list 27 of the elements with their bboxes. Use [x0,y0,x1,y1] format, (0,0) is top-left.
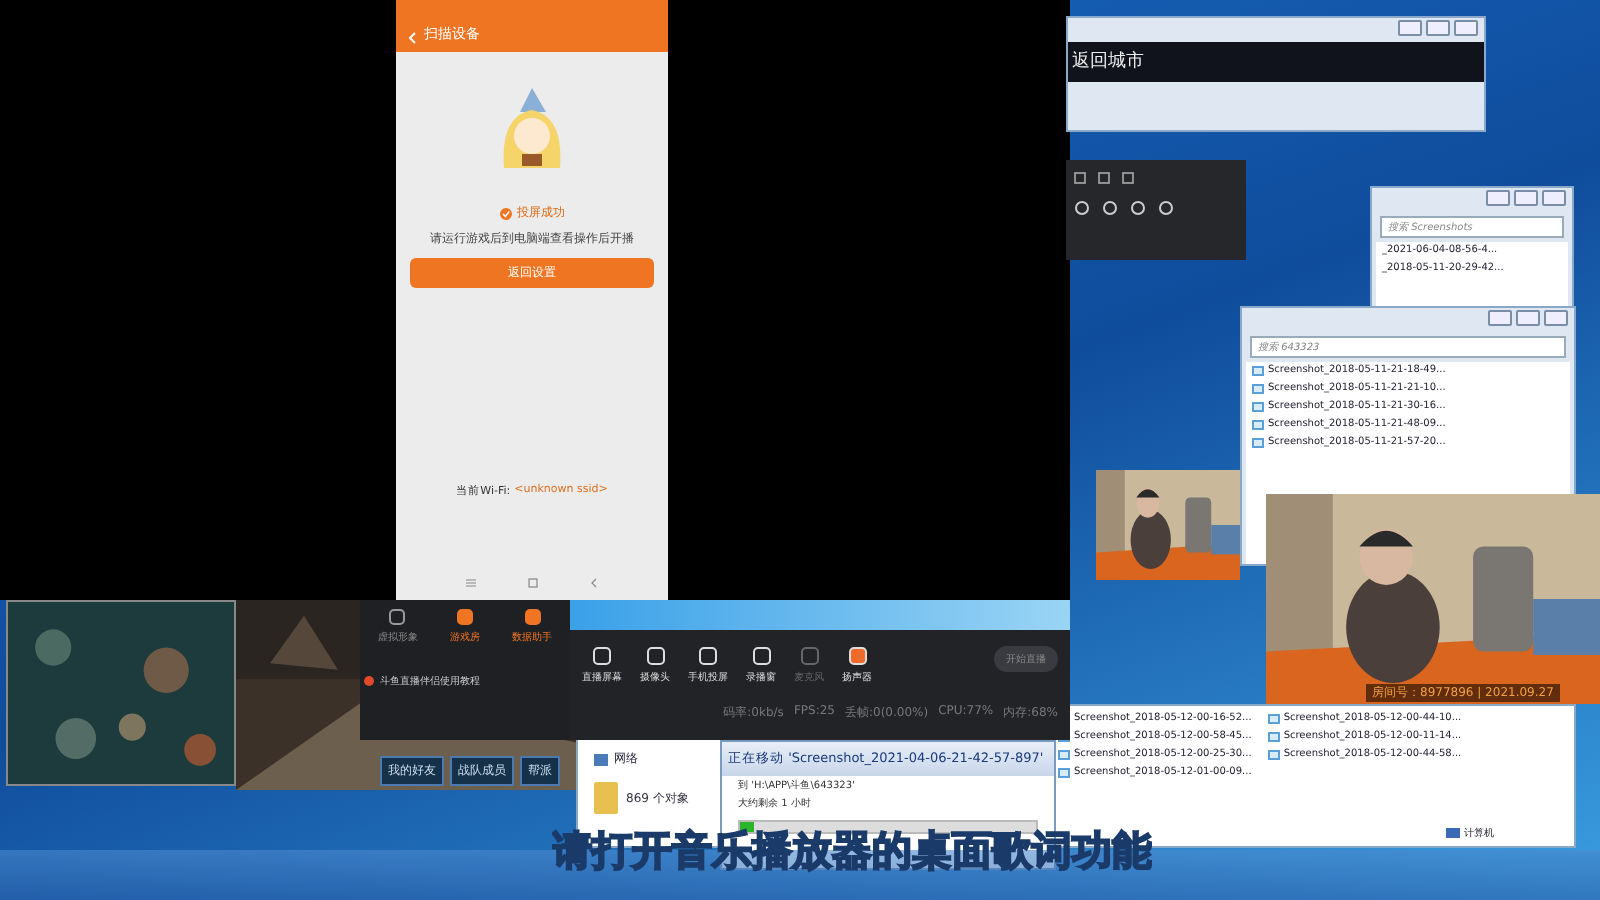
panel-icon [523,608,542,626]
computer-icon [1446,827,1460,839]
menu-icon[interactable] [466,578,476,588]
network-icon [594,753,608,765]
check-icon [499,207,511,219]
minimize-button[interactable] [1488,310,1512,326]
close-button[interactable] [1542,190,1566,206]
maximize-button[interactable] [1426,20,1450,36]
tool-icon [645,646,665,666]
panel-icon [388,608,407,626]
window-title: 返回城市 [1068,42,1484,82]
maximize-button[interactable] [1514,190,1538,206]
tool-icon [698,646,718,666]
minimize-button[interactable] [1486,190,1510,206]
close-button[interactable] [1454,20,1478,36]
back-icon[interactable] [590,578,598,588]
folder-icon [594,782,618,814]
maximize-button[interactable] [1516,310,1540,326]
speaker-icon [364,675,374,685]
close-button[interactable] [1544,310,1568,326]
home-icon[interactable] [528,578,538,588]
minimize-button[interactable] [1398,20,1422,36]
tool-icon [799,646,819,666]
tool-icon [751,646,771,666]
tool-icon [847,646,867,666]
tool-icon [592,646,612,666]
panel-icon [455,608,474,626]
